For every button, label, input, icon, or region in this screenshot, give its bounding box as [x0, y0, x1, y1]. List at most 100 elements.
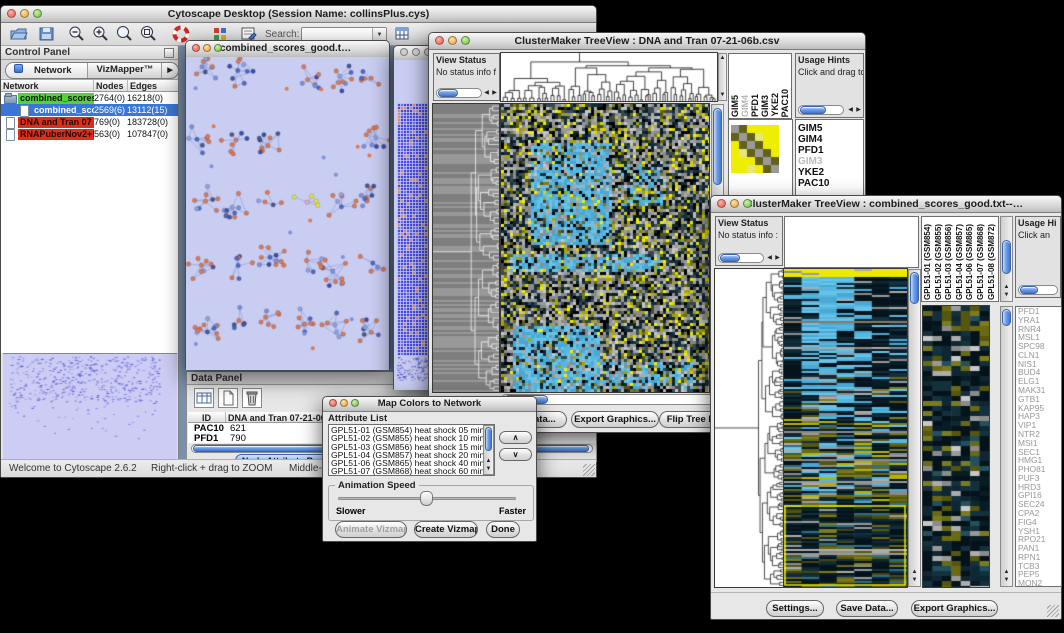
scroll-right-icon[interactable]: ▶: [854, 107, 863, 114]
row-dendrogram-canvas[interactable]: [433, 104, 499, 392]
tab-overflow-arrow[interactable]: ▶: [162, 63, 177, 78]
attribute-item[interactable]: GPL51-07 (GSM868) heat shock 60 min: [329, 467, 494, 475]
heatmap-vscroll[interactable]: ▲ ▼: [908, 269, 921, 587]
close-icon[interactable]: [435, 36, 444, 45]
move-up-button[interactable]: ∧: [499, 431, 532, 444]
row-label[interactable]: GIM3: [796, 156, 863, 167]
scroll-thumb[interactable]: [1002, 240, 1011, 274]
zoom-window-icon[interactable]: [33, 9, 42, 18]
scroll-up-icon[interactable]: ▲: [1002, 284, 1011, 291]
scroll-down-icon[interactable]: ▼: [1002, 577, 1011, 584]
new-attribute-icon[interactable]: [218, 388, 238, 408]
zoom-window-icon[interactable]: [214, 44, 222, 52]
close-icon[interactable]: [7, 9, 16, 18]
minimize-icon[interactable]: [448, 36, 457, 45]
column-label[interactable]: GIM4: [741, 95, 749, 117]
network-overview-canvas[interactable]: [3, 353, 177, 460]
minimize-icon[interactable]: [412, 48, 420, 56]
table-row[interactable]: RNAPuberNov2+!563(0)107847(0): [1, 128, 178, 140]
close-icon[interactable]: [717, 199, 726, 208]
gene-vscroll[interactable]: ▲ ▼: [1000, 306, 1013, 587]
scroll-down-icon[interactable]: ▼: [484, 466, 493, 473]
row-label[interactable]: GIM5: [796, 123, 863, 134]
scroll-thumb[interactable]: [713, 108, 722, 185]
scroll-thumb[interactable]: [1002, 309, 1011, 326]
col-network[interactable]: Network: [1, 80, 94, 91]
column-label[interactable]: GIM5: [731, 95, 739, 117]
gene-label[interactable]: MON2: [1016, 579, 1061, 587]
zoom-selected-icon[interactable]: [115, 25, 135, 44]
open-folder-icon[interactable]: [9, 25, 29, 44]
column-label[interactable]: PAC10: [781, 89, 789, 117]
heatmap-canvas[interactable]: [784, 269, 907, 587]
titlebar[interactable]: Cytoscape Desktop (Session Name: collins…: [1, 6, 596, 23]
titlebar[interactable]: ClusterMaker TreeView : combined_scores_…: [711, 196, 1061, 213]
titlebar[interactable]: Map Colors to Network: [323, 397, 536, 412]
table-row[interactable]: combined_scores2764(0)16218(0): [1, 92, 178, 104]
trash-icon[interactable]: [242, 388, 262, 408]
scroll-thumb[interactable]: [438, 89, 458, 97]
scroll-right-icon[interactable]: ▶: [773, 255, 782, 262]
row-dendrogram-canvas[interactable]: [715, 269, 784, 587]
table-row[interactable]: DNA and Tran 07769(0)183728(0): [1, 116, 178, 128]
column-label[interactable]: GIM3: [761, 95, 769, 117]
scroll-thumb[interactable]: [720, 254, 740, 262]
col-edges[interactable]: Edges: [128, 80, 178, 91]
row-label[interactable]: GIM4: [796, 134, 863, 145]
column-label[interactable]: PFD1: [751, 94, 759, 117]
scroll-thumb[interactable]: [1020, 286, 1038, 294]
zoom-window-icon[interactable]: [351, 399, 359, 407]
close-icon[interactable]: [400, 48, 408, 56]
scroll-down-icon[interactable]: ▼: [910, 577, 919, 584]
table-mode-icon[interactable]: [194, 388, 214, 408]
action-button[interactable]: Export Graphics...: [911, 600, 998, 617]
heatmap-canvas[interactable]: [501, 104, 709, 392]
scroll-up-icon[interactable]: ▲: [484, 458, 493, 465]
close-icon[interactable]: [329, 399, 337, 407]
global-heatmap-canvas[interactable]: [923, 306, 989, 587]
minimize-icon[interactable]: [203, 44, 211, 52]
minimize-icon[interactable]: [730, 199, 739, 208]
zoom-window-icon[interactable]: [743, 199, 752, 208]
tab-vizmapper[interactable]: VizMapper™: [88, 63, 162, 78]
minimize-icon[interactable]: [340, 399, 348, 407]
row-label[interactable]: PFD1: [796, 145, 863, 156]
dialog-button[interactable]: Create Vizmap: [414, 521, 478, 538]
titlebar[interactable]: ClusterMaker TreeView : DNA and Tran 07-…: [429, 33, 865, 50]
column-label[interactable]: YKE2: [771, 93, 779, 117]
hints-hscroll[interactable]: [798, 105, 844, 115]
titlebar[interactable]: combined_scores_good.txt--cluste...: [186, 41, 389, 58]
column-label[interactable]: GPL51-08 (GSM872): [987, 224, 998, 300]
move-down-button[interactable]: ∨: [499, 448, 532, 461]
column-label[interactable]: GPL51-07 (GSM868): [976, 224, 987, 300]
resize-grip[interactable]: [1047, 605, 1059, 617]
column-dendrogram-canvas[interactable]: [501, 53, 717, 101]
column-label[interactable]: GPL51-03 (GSM856): [944, 224, 955, 300]
dialog-button[interactable]: Done: [486, 521, 520, 538]
scroll-thumb[interactable]: [910, 272, 919, 304]
resize-grip[interactable]: [583, 464, 595, 476]
column-label[interactable]: GPL51-06 (GSM865): [965, 224, 976, 300]
zoom-fit-icon[interactable]: [139, 25, 159, 44]
scroll-up-icon[interactable]: ▲: [719, 55, 726, 62]
row-label[interactable]: PAC10: [796, 178, 863, 189]
action-button[interactable]: Export Graphics...: [571, 411, 659, 428]
zoom-in-icon[interactable]: [91, 25, 111, 44]
attribute-list[interactable]: GPL51-01 (GSM854) heat shock 05 minGPL51…: [328, 424, 495, 476]
list-vscroll[interactable]: ▲ ▼: [483, 425, 494, 475]
scroll-right-icon[interactable]: ▶: [490, 90, 499, 97]
summary-matrix-canvas[interactable]: [731, 125, 779, 173]
save-icon[interactable]: [37, 25, 57, 44]
float-panel-icon[interactable]: [164, 48, 174, 58]
action-button[interactable]: Settings...: [766, 600, 824, 617]
scroll-up-icon[interactable]: ▲: [910, 569, 919, 576]
hints-hscroll[interactable]: [1018, 285, 1058, 295]
column-label[interactable]: GPL51-02 (GSM855): [934, 224, 945, 300]
row-label[interactable]: YKE2: [796, 167, 863, 178]
col-id[interactable]: ID: [188, 412, 226, 422]
action-button[interactable]: Save Data...: [836, 600, 898, 617]
scroll-thumb[interactable]: [485, 427, 492, 451]
status-hscroll[interactable]: [718, 253, 764, 263]
table-row[interactable]: combined_sco2569(6)13112(15): [1, 104, 178, 116]
column-label[interactable]: GPL51-04 (GSM857): [955, 224, 966, 300]
